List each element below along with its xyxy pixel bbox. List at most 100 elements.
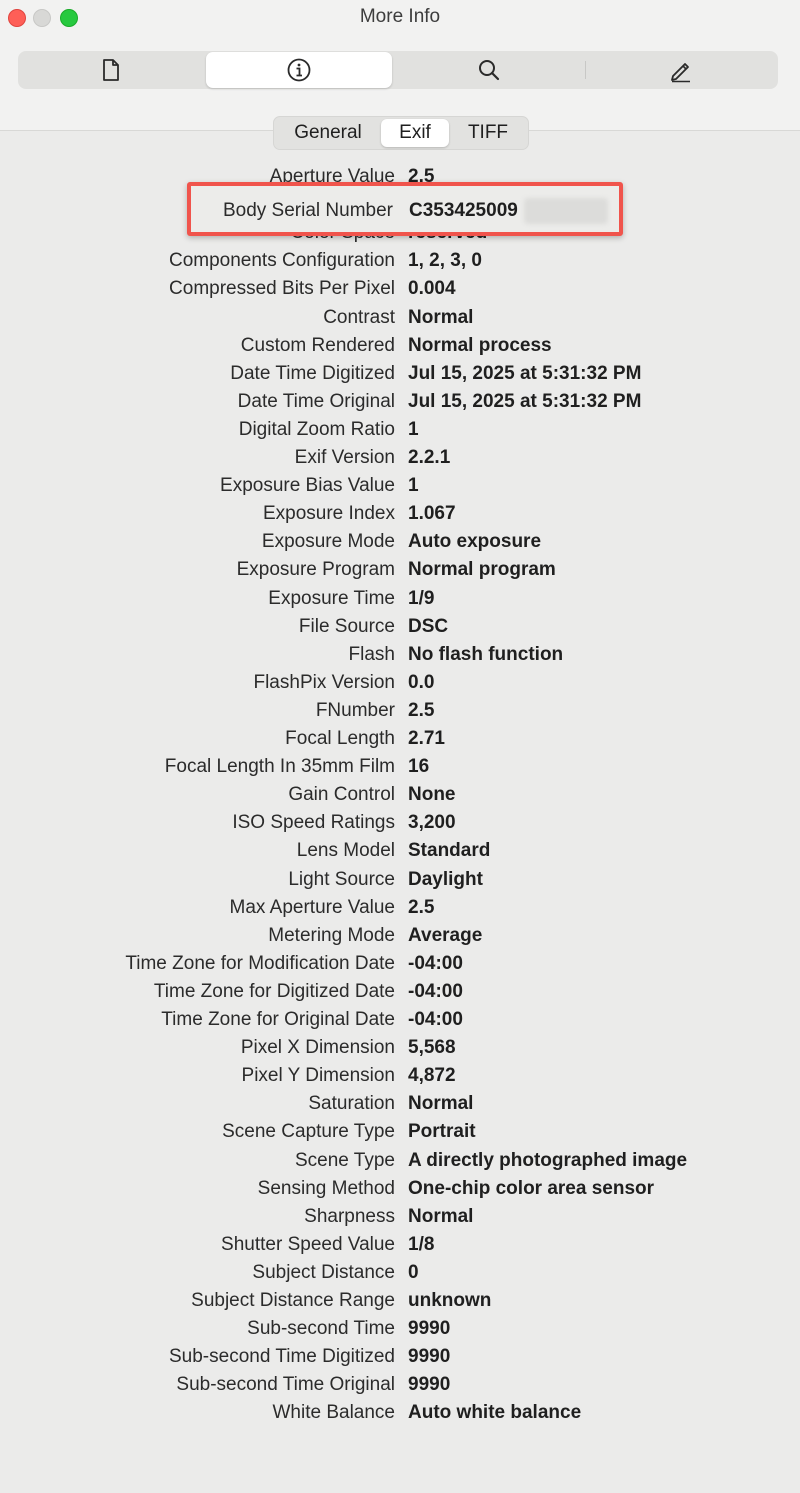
row-label: Time Zone for Original Date	[161, 1009, 395, 1030]
list-item[interactable]: Sensing Method One-chip color area sensor	[0, 1178, 800, 1206]
row-value: Normal	[408, 1205, 474, 1227]
row-value: unknown	[408, 1290, 492, 1311]
row-label: Sensing Method	[257, 1177, 395, 1199]
row-label: Exif Version	[294, 447, 395, 468]
row-value: 1, 2, 3, 0	[408, 250, 482, 272]
list-item[interactable]: Sub-second Time 9990	[0, 1318, 800, 1346]
list-item[interactable]: Sub-second Time Original 9990	[0, 1374, 800, 1402]
list-item[interactable]: Custom Rendered Normal process	[0, 335, 800, 363]
redacted-blur	[524, 198, 608, 224]
row-value: -04:00	[408, 980, 463, 1002]
row-label: Exposure Time	[268, 587, 395, 609]
keywords-search-button[interactable]	[396, 51, 582, 89]
more-info-button[interactable]	[206, 52, 392, 88]
list-item[interactable]: FNumber 2.5	[0, 700, 800, 728]
row-label: Shutter Speed Value	[221, 1233, 395, 1255]
list-item[interactable]: Digital Zoom Ratio 1	[0, 419, 800, 447]
list-item[interactable]: Exposure Index 1.067	[0, 503, 800, 531]
tab-tiff[interactable]: TIFF	[450, 117, 526, 149]
list-item[interactable]: Subject Distance Range unknown	[0, 1290, 800, 1318]
list-item[interactable]: Focal Length In 35mm Film 16	[0, 756, 800, 784]
tab-exif[interactable]: Exif	[381, 119, 449, 147]
window-title: More Info	[359, 6, 441, 27]
row-value: No flash function	[408, 643, 564, 665]
list-item[interactable]: Exposure Bias Value 1	[0, 475, 800, 503]
pencil-icon	[668, 57, 694, 83]
list-item[interactable]: File Source DSC	[0, 616, 800, 644]
row-value: 5,568	[408, 1037, 456, 1059]
row-label: Subject Distance	[252, 1261, 395, 1283]
row-value: Normal process	[408, 334, 552, 356]
list-item[interactable]: Flash No flash function	[0, 644, 800, 672]
list-item[interactable]: Metering Mode Average	[0, 925, 800, 953]
row-label: Custom Rendered	[240, 334, 395, 356]
list-item[interactable]: Pixel X Dimension 5,568	[0, 1037, 800, 1065]
row-value: C353425009	[409, 200, 518, 221]
row-value: 1/8	[408, 1233, 435, 1255]
general-info-button[interactable]	[18, 51, 204, 89]
list-item[interactable]: Scene Type A directly photographed image	[0, 1150, 800, 1178]
row-value: Normal	[408, 1093, 474, 1115]
list-item[interactable]: Sub-second Time Digitized 9990	[0, 1346, 800, 1374]
row-label: Focal Length	[285, 728, 395, 749]
row-label: Exposure Index	[262, 503, 395, 525]
row-label: Digital Zoom Ratio	[238, 418, 395, 440]
row-label: Exposure Program	[236, 559, 395, 581]
row-label: Focal Length In 35mm Film	[164, 756, 395, 778]
row-value: 9990	[408, 1374, 451, 1396]
row-label: White Balance	[272, 1402, 395, 1424]
row-label: Sharpness	[304, 1205, 395, 1227]
row-value: 16	[408, 756, 430, 778]
list-item[interactable]: Exif Version 2.2.1	[0, 447, 800, 475]
list-item[interactable]: Scene Capture Type Portrait	[0, 1121, 800, 1149]
list-item[interactable]: FlashPix Version 0.0	[0, 672, 800, 700]
search-icon	[476, 57, 502, 83]
row-label: Saturation	[308, 1093, 395, 1115]
more-info-window: More Info General Exif TIFF Aperture Val…	[0, 0, 800, 1493]
list-item[interactable]: Exposure Mode Auto exposure	[0, 531, 800, 559]
row-value: DSC	[408, 615, 449, 637]
list-item[interactable]: Lens Model Standard	[0, 840, 800, 868]
row-value: 9990	[408, 1318, 451, 1340]
row-value: 0.004	[408, 278, 456, 300]
row-value: One-chip color area sensor	[408, 1177, 655, 1199]
list-item[interactable]: Time Zone for Original Date -04:00	[0, 1009, 800, 1037]
list-item[interactable]: Exposure Program Normal program	[0, 559, 800, 587]
row-label: Body Serial Number	[222, 200, 393, 221]
list-item[interactable]: Time Zone for Modification Date -04:00	[0, 953, 800, 981]
row-value: Jul 15, 2025 at 5:31:32 PM	[408, 362, 642, 384]
list-item[interactable]: Pixel Y Dimension 4,872	[0, 1065, 800, 1093]
row-label: File Source	[298, 615, 395, 637]
row-value: Average	[408, 924, 483, 946]
list-item[interactable]: Max Aperture Value 2.5	[0, 897, 800, 925]
list-item[interactable]: Gain Control None	[0, 784, 800, 812]
annotations-button[interactable]	[588, 51, 774, 89]
list-item[interactable]: Shutter Speed Value 1/8	[0, 1234, 800, 1262]
row-value: -04:00	[408, 952, 463, 974]
row-value: 2.5	[408, 699, 435, 721]
list-item[interactable]: Date Time Original Jul 15, 2025 at 5:31:3…	[0, 391, 800, 419]
row-label: Exposure Mode	[261, 531, 395, 553]
row-value: 3,200	[408, 812, 456, 834]
list-item[interactable]: ISO Speed Ratings 3,200	[0, 812, 800, 840]
list-item[interactable]: Focal Length 2.71	[0, 728, 800, 756]
row-label: Pixel X Dimension	[240, 1037, 395, 1059]
list-item[interactable]: Time Zone for Digitized Date -04:00	[0, 981, 800, 1009]
list-item[interactable]: Subject Distance 0	[0, 1262, 800, 1290]
list-item[interactable]: Contrast Normal	[0, 307, 800, 335]
tab-general[interactable]: General	[276, 117, 380, 149]
row-label: Lens Model	[296, 840, 395, 862]
list-item[interactable]: Exposure Time 1/9	[0, 588, 800, 616]
list-item[interactable]: Light Source Daylight	[0, 869, 800, 897]
list-item[interactable]: Date Time Digitized Jul 15, 2025 at 5:31:…	[0, 363, 800, 391]
row-label: Scene Type	[294, 1149, 395, 1171]
list-item[interactable]: Compressed Bits Per Pixel 0.004	[0, 278, 800, 306]
list-item[interactable]: Components Configuration 1, 2, 3, 0	[0, 250, 800, 278]
row-value: 0.0	[408, 671, 435, 693]
row-label: Max Aperture Value	[229, 896, 395, 918]
list-item[interactable]: Sharpness Normal	[0, 1206, 800, 1234]
row-label: Metering Mode	[268, 924, 395, 946]
row-label: Sub-second Time	[247, 1318, 395, 1340]
list-item[interactable]: Saturation Normal	[0, 1093, 800, 1121]
list-item[interactable]: White Balance Auto white balance	[0, 1402, 800, 1430]
